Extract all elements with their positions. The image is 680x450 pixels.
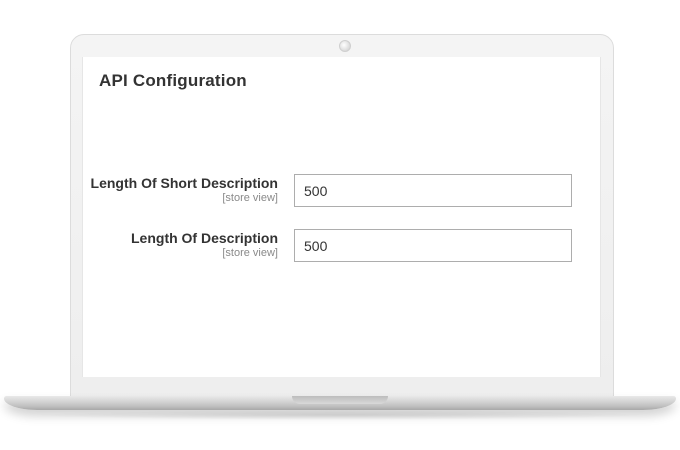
description-length-scope: [store view] xyxy=(222,247,278,259)
laptop-mockup: API Configuration Length Of Short Descri… xyxy=(0,0,680,450)
laptop-base-notch xyxy=(292,396,388,404)
short-description-length-scope: [store view] xyxy=(222,192,278,204)
short-description-length-label-group: Length Of Short Description [store view] xyxy=(91,175,278,205)
short-description-length-row: Length Of Short Description [store view] xyxy=(83,174,602,208)
description-length-row: Length Of Description [store view] xyxy=(83,229,602,263)
description-length-input[interactable] xyxy=(294,229,572,262)
short-description-length-label: Length Of Short Description xyxy=(90,175,278,191)
webcam-icon xyxy=(339,40,351,52)
laptop-screen: API Configuration Length Of Short Descri… xyxy=(82,57,601,377)
description-length-label-group: Length Of Description [store view] xyxy=(131,230,278,260)
laptop-base-shadow xyxy=(30,410,650,420)
description-length-label: Length Of Description xyxy=(131,230,278,246)
page-title: API Configuration xyxy=(99,71,247,90)
short-description-length-input[interactable] xyxy=(294,174,572,207)
